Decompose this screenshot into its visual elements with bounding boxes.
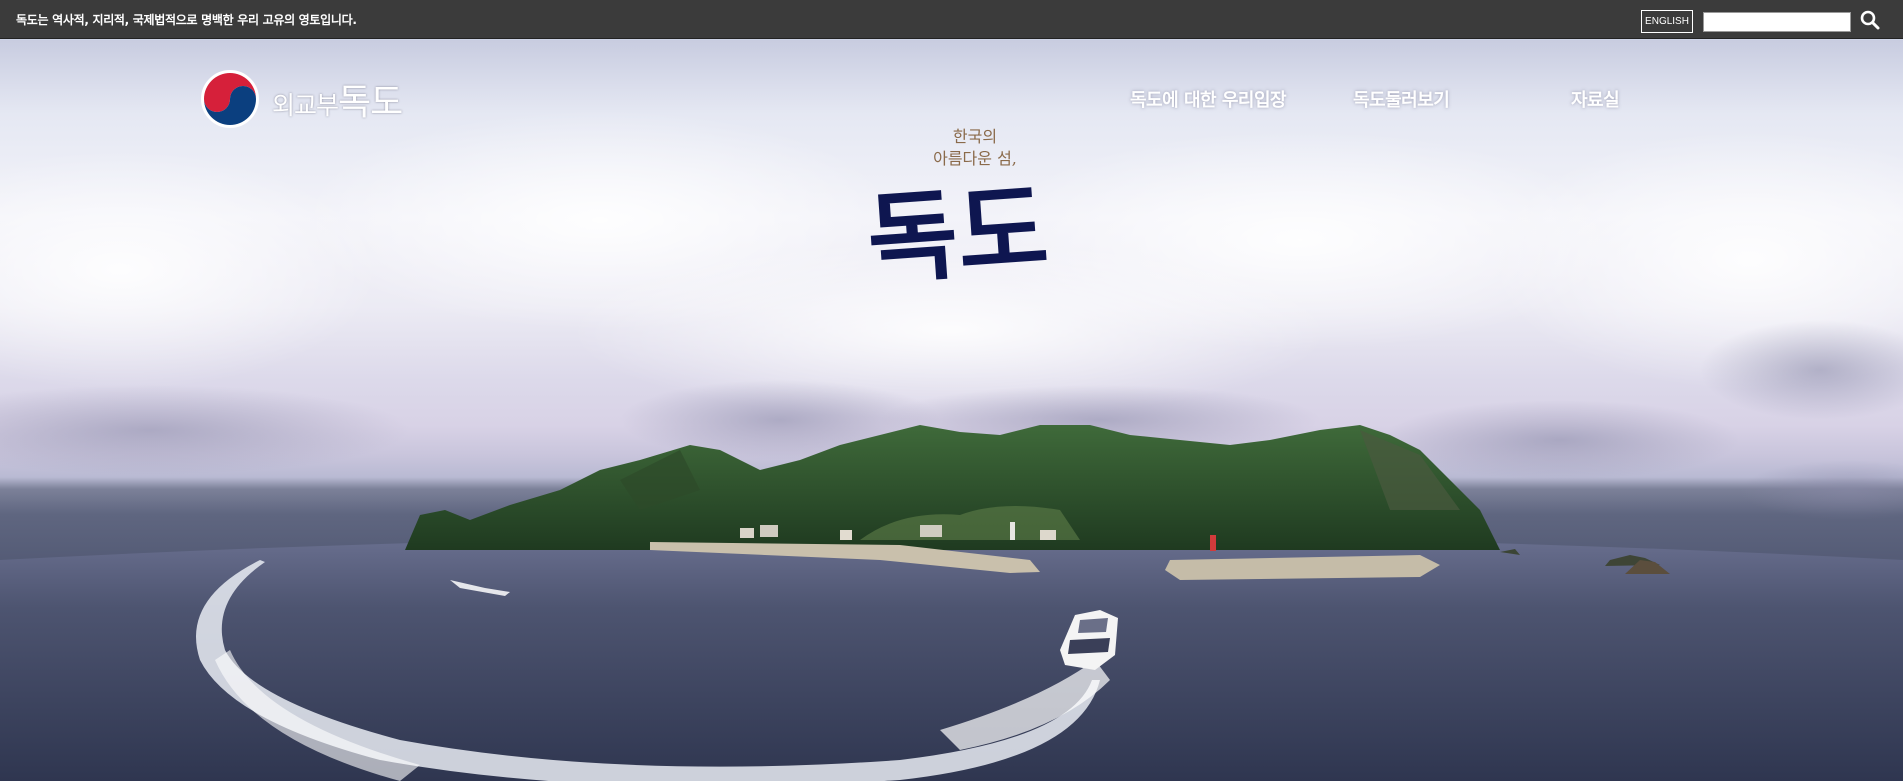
nav-item-our-position[interactable]: 독도에 대한 우리입장	[1130, 86, 1287, 112]
main-navigation: 독도에 대한 우리입장 독도둘러보기 자료실	[0, 86, 1903, 116]
top-utility-bar: 독도는 역사적, 지리적, 국제법적으로 명백한 우리 고유의 영토입니다. E…	[0, 0, 1903, 39]
hero-subtitle-line1: 한국의	[952, 127, 998, 146]
search-icon	[1860, 10, 1880, 30]
nav-item-archive[interactable]: 자료실	[1571, 86, 1620, 112]
hero-title-text: 독도	[868, 171, 1048, 298]
hero-title: 독도	[868, 171, 1048, 298]
nav-item-dokdo-tour[interactable]: 독도둘러보기	[1353, 86, 1450, 112]
hero-banner: 외교부독도 독도에 대한 우리입장 독도둘러보기 자료실 한국의 아름다운 섬,…	[0, 40, 1903, 781]
top-notice-text: 독도는 역사적, 지리적, 국제법적으로 명백한 우리 고유의 영토입니다.	[16, 13, 357, 27]
search-button[interactable]	[1859, 9, 1883, 31]
search-input[interactable]	[1703, 12, 1851, 32]
english-language-button[interactable]: ENGLISH	[1641, 10, 1693, 33]
